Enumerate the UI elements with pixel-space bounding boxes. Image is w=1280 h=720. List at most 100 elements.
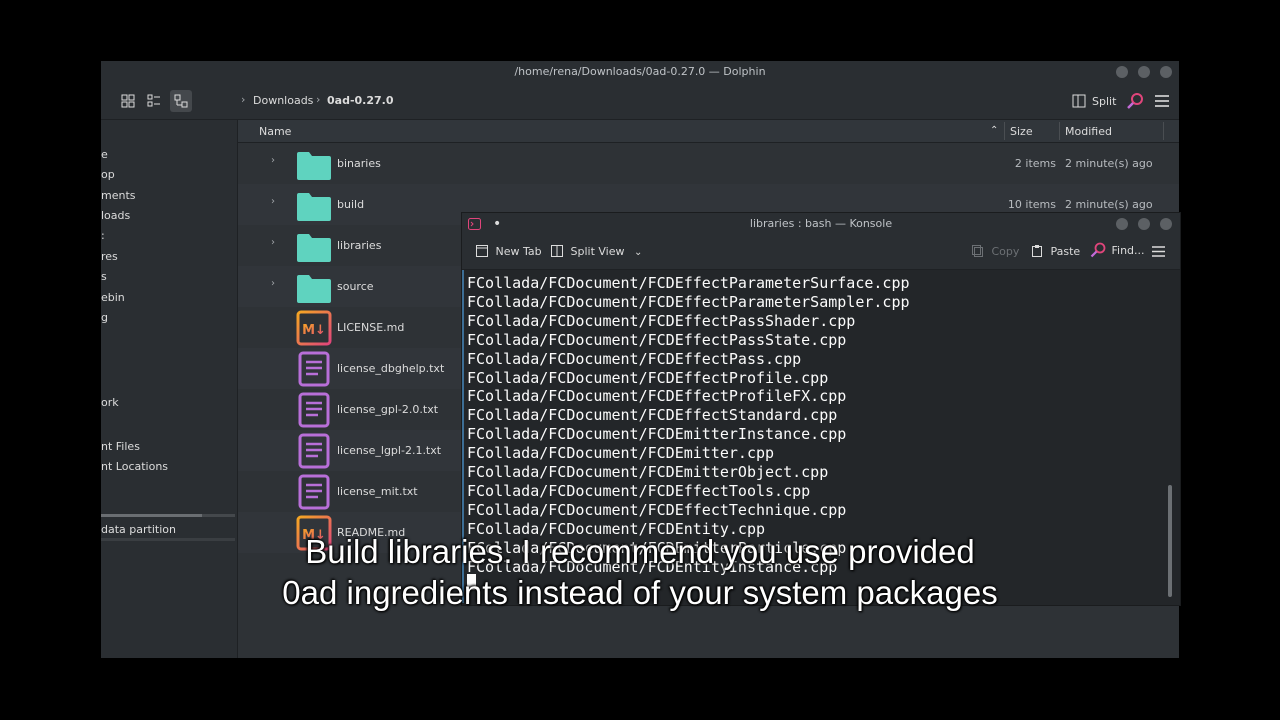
sidebar-item-recent-locations[interactable]: nt Locations [101,460,168,473]
find-icon [1090,242,1106,258]
konsole-maximize-button[interactable] [1138,218,1150,230]
column-modified[interactable]: Modified [1065,125,1112,138]
terminal-line: FCollada/FCDocument/FCDEffectParameterSu… [467,274,910,292]
copy-label: Copy [991,245,1020,258]
keep-above-dot-icon[interactable]: • [493,213,501,235]
maximize-button[interactable] [1138,66,1150,78]
text-file-icon [296,474,332,510]
partition-usage-bar [101,514,235,517]
expand-chevron-icon[interactable]: › [271,278,275,289]
konsole-app-icon [468,218,481,230]
hamburger-menu-button[interactable] [1151,90,1173,112]
chevron-down-icon: ⌄ [634,247,643,258]
file-name: license_mit.txt [337,485,418,498]
text-file-icon [296,392,332,428]
new-tab-icon [476,245,488,257]
subtitle-line-1: Build libraries. I recommend you use pro… [305,533,975,570]
compact-view-button[interactable] [143,90,165,112]
paste-label: Paste [1050,245,1081,258]
konsole-menu-button[interactable] [1152,246,1165,260]
paste-icon [1032,245,1042,257]
details-view-icon [174,94,188,108]
expand-chevron-icon[interactable]: › [271,237,275,248]
file-name: LICENSE.md [337,321,405,334]
details-view-button[interactable] [170,90,192,112]
close-button[interactable] [1160,66,1172,78]
konsole-close-button[interactable] [1160,218,1172,230]
hamburger-menu-icon [1155,95,1169,107]
text-file-icon [296,433,332,469]
column-size[interactable]: Size [1010,125,1033,138]
file-modified: 2 minute(s) ago [1065,198,1153,211]
sidebar-item-music[interactable]: : [101,229,105,242]
sidebar-item-recent-files[interactable]: nt Files [101,440,140,453]
search-icon [1127,93,1143,109]
file-size: 2 items [1014,157,1056,170]
file-name: build [337,198,365,211]
column-header: Name ⌃ Size Modified [238,120,1179,143]
breadcrumb-chevron-icon: › [316,93,321,106]
folder-icon [296,190,332,226]
sort-ascending-icon: ⌃ [990,125,999,136]
terminal-line: FCollada/FCDocument/FCDEffectStandard.cp… [467,406,838,425]
split-view-button[interactable]: Split View ⌄ [551,245,642,258]
icons-view-button[interactable] [117,90,139,112]
folder-icon [296,149,332,185]
konsole-toolbar: New Tab Split View ⌄ Copy Paste Find... [462,235,1180,270]
expand-chevron-icon[interactable]: › [271,155,275,166]
find-label: Find... [1111,244,1145,257]
find-button[interactable]: Find... [1090,242,1145,258]
terminal-line: FCollada/FCDocument/FCDEffectTechnique.c… [467,500,847,519]
file-modified: 2 minute(s) ago [1065,157,1153,170]
sidebar-item-downloads[interactable]: loads [101,209,130,222]
sidebar-item-desktop[interactable]: op [101,168,115,181]
terminal-line: FCollada/FCDocument/FCDEffectPassState.c… [467,330,847,349]
file-size: 10 items [1007,198,1056,211]
copy-button[interactable]: Copy [972,245,1019,258]
file-row[interactable]: › binaries 2 items 2 minute(s) ago [238,143,1179,184]
breadcrumb-current[interactable]: 0ad-0.27.0 [327,94,394,107]
icons-view-icon [121,94,135,108]
sidebar-item-other[interactable]: g [101,311,108,324]
sidebar-item-home[interactable]: e [101,148,108,161]
subtitle-line-2: 0ad ingredients instead of your system p… [282,574,998,611]
search-button[interactable] [1124,90,1146,112]
hamburger-menu-icon [1152,246,1165,257]
folder-icon [296,272,332,308]
sidebar-item-trash[interactable]: ebin [101,291,125,304]
sidebar-item-videos[interactable]: s [101,270,107,283]
paste-button[interactable]: Paste [1031,245,1080,258]
dolphin-titlebar[interactable]: /home/rena/Downloads/0ad-0.27.0 — Dolphi… [101,61,1179,83]
terminal-line: FCollada/FCDocument/FCDEmitterInstance.c… [467,425,847,444]
terminal-line: FCollada/FCDocument/FCDEmitterObject.cpp [467,463,829,481]
split-button[interactable]: Split [1072,90,1132,112]
svg-text:M↓: M↓ [302,323,326,338]
sidebar-item-pictures[interactable]: res [101,250,118,263]
split-view-icon [551,245,563,257]
minimize-button[interactable] [1116,66,1128,78]
folder-icon [296,231,332,267]
terminal-line: FCollada/FCDocument/FCDEffectTools.cpp [467,481,811,500]
terminal-line: FCollada/FCDocument/FCDEffectProfile.cpp [467,368,829,387]
file-name: source [337,280,374,293]
file-name: binaries [337,157,381,170]
konsole-title: libraries : bash — Konsole [749,217,893,230]
file-name: libraries [337,239,382,252]
terminal-line: FCollada/FCDocument/FCDEmitter.cpp [467,444,775,463]
expand-chevron-icon[interactable]: › [271,196,275,207]
compact-view-icon [147,94,160,107]
new-tab-button[interactable]: New Tab [476,245,542,258]
sidebar-item-documents[interactable]: ments [101,189,136,202]
breadcrumb-chevron-icon: › [241,93,246,106]
terminal-line: FCollada/FCDocument/FCDEffectParameterSa… [467,292,910,311]
konsole-minimize-button[interactable] [1116,218,1128,230]
dolphin-toolbar: › Downloads › 0ad-0.27.0 Split [101,83,1179,120]
split-label: Split [1092,94,1117,108]
konsole-titlebar[interactable]: • libraries : bash — Konsole [462,213,1180,235]
split-icon [1072,94,1086,108]
terminal-line: FCollada/FCDocument/FCDEffectPassShader.… [467,311,856,330]
terminal-line: FCollada/FCDocument/FCDEffectProfileFX.c… [467,387,847,406]
sidebar-item-network[interactable]: ork [101,396,119,409]
breadcrumb-downloads[interactable]: Downloads [253,94,313,107]
column-name[interactable]: Name [259,125,291,138]
